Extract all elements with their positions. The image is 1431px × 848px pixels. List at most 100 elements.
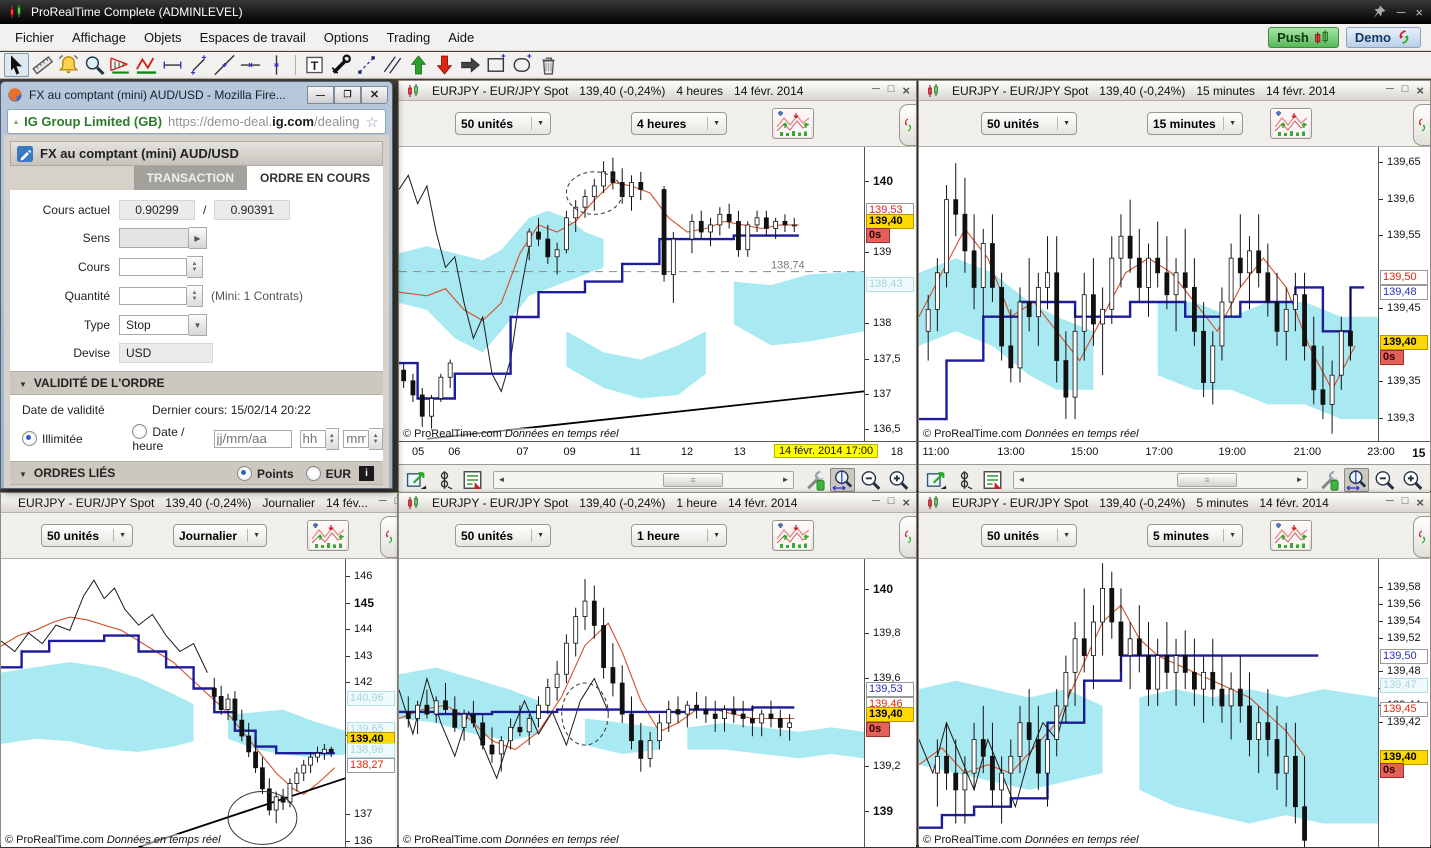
line-icon[interactable] [212,53,237,77]
text-icon[interactable]: T [302,53,327,77]
rectangle-icon[interactable] [484,53,509,77]
display-settings-icon[interactable] [460,468,485,492]
order-panel-tab[interactable] [1413,516,1430,558]
date-heure-radio[interactable] [132,424,148,439]
ruler-icon[interactable] [30,53,55,77]
horizontal-segment-icon[interactable] [160,53,185,77]
close-button[interactable] [1416,83,1424,98]
segment-icon[interactable] [186,53,211,77]
zoom-fit-icon[interactable] [830,468,855,492]
dotted-line-icon[interactable] [354,53,379,77]
maximize-button[interactable] [888,83,895,98]
trash-icon[interactable] [536,53,561,77]
timeframe-select[interactable]: 4 heures [631,112,727,135]
cours-input[interactable] [119,258,187,276]
chart-scrollbar[interactable]: ◄ ≡ ► [1013,471,1308,489]
time-axis[interactable]: 05 06 07 09 11 12 13 14 févr. 2014 17:00 18 [399,441,916,464]
quantite-stepper[interactable] [187,285,203,307]
pointer-icon[interactable] [4,53,29,77]
timeframe-select[interactable]: 1 heure [631,524,727,547]
arrow-right-icon[interactable] [458,53,483,77]
scroll-right-icon[interactable]: ► [1293,473,1306,485]
chart-type-button[interactable] [772,520,814,551]
sens-select[interactable] [119,228,189,248]
zoom-in-icon[interactable] [886,468,911,492]
menu-objets[interactable]: Objets [135,27,191,48]
price-axis[interactable]: 139,65 139,6 139,55 139,45 139,35 139,3 139,50… [1378,147,1430,441]
chart-scrollbar[interactable]: ◄ ≡ ► [493,471,794,489]
tab-ordre-en-cours[interactable]: ORDRE EN COURS [246,166,383,190]
timeframe-select[interactable]: 15 minutes [1147,112,1243,135]
close-button[interactable] [902,495,910,510]
bookmark-star-icon[interactable]: ☆ [366,113,379,131]
price-scale-icon[interactable] [432,468,457,492]
menu-espaces-de-travail[interactable]: Espaces de travail [191,27,315,48]
date-input[interactable] [213,429,292,448]
chart-window-titlebar[interactable]: EURJPY - EUR/JPY Spot 139,40 (-0,24%) 15… [919,81,1430,101]
export-chart-icon[interactable] [404,468,429,492]
chart-plot[interactable]: © ProRealTime.com Données en temps réel [1,559,345,847]
close-button[interactable] [902,83,910,98]
menu-aide[interactable]: Aide [439,27,483,48]
browser-close-button[interactable] [361,85,388,104]
hour-stepper[interactable] [325,427,340,450]
chart-wrench-icon[interactable] [802,468,827,492]
time-axis[interactable]: 11:00 13:00 15:00 17:00 19:00 21:00 23:00 15 [919,441,1430,464]
price-axis[interactable]: 146145144143142140137136140,96139,65139,… [345,559,397,847]
scroll-left-icon[interactable]: ◄ [1015,473,1028,485]
app-close-button[interactable] [1415,5,1423,20]
scroll-left-icon[interactable]: ◄ [495,473,508,485]
minute-input[interactable] [343,429,370,448]
order-panel-tab[interactable] [899,104,916,146]
vertical-line-icon[interactable] [264,53,289,77]
zoom-icon[interactable] [82,53,107,77]
chart-plot[interactable]: © ProRealTime.com Données en temps réel [919,559,1378,847]
chart-type-button[interactable] [1270,108,1312,139]
chart-plot[interactable]: © ProRealTime.com Données en temps réel [399,559,864,847]
menu-fichier[interactable]: Fichier [6,27,63,48]
minimize-button[interactable] [1386,495,1394,510]
type-arrow-icon[interactable]: ▼ [189,314,207,336]
maximize-button[interactable] [888,495,895,510]
scroll-right-icon[interactable]: ► [779,473,792,485]
order-panel-tab[interactable] [899,516,916,558]
minimize-button[interactable] [379,495,387,510]
parallel-lines-icon[interactable] [380,53,405,77]
minimize-button[interactable] [1386,83,1394,98]
chart-type-button[interactable] [772,108,814,139]
timeframe-select[interactable]: 5 minutes [1147,524,1243,547]
maximize-button[interactable] [1402,83,1409,98]
price-axis[interactable]: 139,58139,56139,54139,52139,48139,46139,… [1378,559,1430,847]
timeframe-select[interactable]: Journalier [173,524,267,547]
eur-radio[interactable] [305,465,321,481]
alert-bell-icon[interactable] [56,53,81,77]
horizontal-line-icon[interactable] [238,53,263,77]
cours-stepper[interactable] [187,256,203,278]
pin-icon[interactable] [1371,4,1387,20]
minimize-button[interactable] [872,495,880,510]
chart-wrench-icon[interactable] [1316,468,1341,492]
info-icon[interactable]: i [359,465,374,481]
pattern-detect-icon[interactable] [108,53,133,77]
url-bar[interactable]: IG Group Limited (GB) https://demo-deal.… [7,109,386,134]
units-select[interactable]: 50 unités [981,524,1077,547]
tab-transaction[interactable]: TRANSACTION [133,166,247,190]
points-option[interactable]: Points [236,465,294,481]
chart-window-titlebar[interactable]: EURJPY - EUR/JPY Spot 139,40 (-0,24%) 4 … [399,81,916,101]
menu-trading[interactable]: Trading [378,27,440,48]
date-heure-option[interactable]: Date / heure [132,424,205,453]
points-radio[interactable] [236,465,252,481]
arrow-up-icon[interactable] [406,53,431,77]
menu-affichage[interactable]: Affichage [63,27,135,48]
order-panel-tab[interactable] [380,516,397,558]
chart-window-titlebar[interactable]: EURJPY - EUR/JPY Spot 139,40 (-0,24%) Jo… [1,493,397,513]
browser-titlebar[interactable]: FX au comptant (mini) AUD/USD - Mozilla … [1,82,392,105]
browser-minimize-button[interactable] [307,85,334,104]
type-select[interactable]: Stop [119,315,189,335]
chart-window-titlebar[interactable]: EURJPY - EUR/JPY Spot 139,40 (-0,24%) 1 … [399,493,916,513]
price-scale-icon[interactable] [952,468,977,492]
maximize-button[interactable] [1402,495,1409,510]
export-chart-icon[interactable] [924,468,949,492]
scroll-thumb[interactable]: ≡ [663,473,723,487]
menu-options[interactable]: Options [315,27,378,48]
